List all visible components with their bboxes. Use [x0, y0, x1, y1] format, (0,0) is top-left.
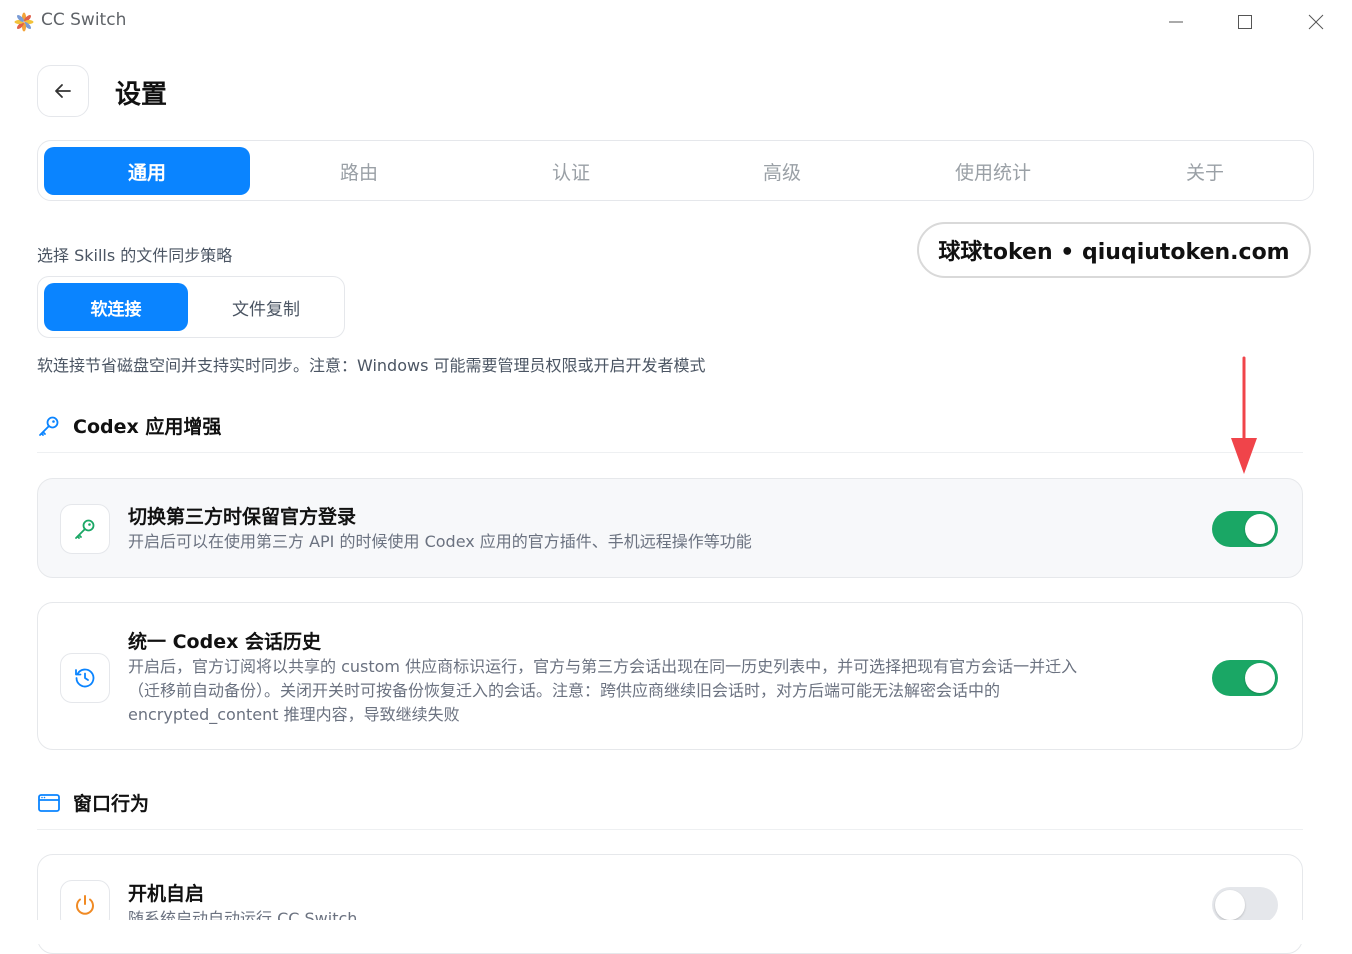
toggle-knob — [1245, 514, 1275, 544]
toggle-knob — [1215, 890, 1245, 920]
card-icon-box — [60, 653, 110, 703]
skills-sync-label: 选择 Skills 的文件同步策略 — [37, 246, 233, 265]
codex-section-header: Codex 应用增强 — [37, 412, 221, 439]
setting-title: 统一 Codex 会话历史 — [128, 631, 321, 653]
page-title: 设置 — [115, 80, 168, 110]
option-file-copy[interactable]: 文件复制 — [193, 283, 339, 331]
setting-description-line: encrypted_content 推理内容，导致继续失败 — [128, 705, 460, 724]
tab-advanced[interactable]: 高级 — [679, 147, 885, 195]
unified-history-toggle[interactable] — [1212, 660, 1278, 696]
arrow-left-icon — [55, 84, 71, 98]
maximize-icon — [1238, 15, 1252, 29]
setting-description-line: （迁移前自动备份）。关闭开关时可按备份恢复迁入的会话。注意：跨供应商继续旧会话时… — [128, 681, 1001, 700]
window-title: CC Switch — [41, 10, 127, 30]
launch-at-startup-toggle[interactable] — [1212, 887, 1278, 923]
window-bottom-edge — [0, 920, 1352, 944]
settings-tabs: 通用 路由 认证 高级 使用统计 关于 — [37, 140, 1314, 201]
section-divider — [37, 829, 1303, 830]
skills-sync-selector: 软连接 文件复制 — [37, 276, 345, 338]
history-icon — [75, 668, 95, 688]
tab-usage-stats[interactable]: 使用统计 — [890, 147, 1096, 195]
window-section-header: 窗口行为 — [37, 789, 149, 816]
toggle-knob — [1245, 663, 1275, 693]
tab-routing[interactable]: 路由 — [256, 147, 462, 195]
tab-general[interactable]: 通用 — [44, 147, 250, 195]
maximize-button[interactable] — [1222, 6, 1268, 38]
key-icon — [39, 416, 59, 436]
close-icon — [1308, 14, 1324, 30]
annotation-arrow-icon — [1231, 356, 1257, 474]
minimize-button[interactable] — [1153, 6, 1199, 38]
close-button[interactable] — [1293, 6, 1339, 38]
setting-title: 开机自启 — [128, 883, 205, 905]
option-symlink[interactable]: 软连接 — [44, 283, 188, 331]
back-button[interactable] — [37, 65, 89, 117]
setting-title: 切换第三方时保留官方登录 — [128, 506, 357, 528]
tab-about[interactable]: 关于 — [1102, 147, 1308, 195]
section-title: Codex 应用增强 — [73, 416, 222, 438]
setting-card-unified-history: 统一 Codex 会话历史 开启后，官方订阅将以共享的 custom 供应商标识… — [37, 602, 1303, 750]
setting-description-line: 开启后，官方订阅将以共享的 custom 供应商标识运行，官方与第三方会话出现在… — [128, 657, 1078, 676]
section-divider — [37, 452, 1303, 453]
title-bar: CC Switch — [0, 0, 1352, 42]
section-title: 窗口行为 — [73, 793, 150, 815]
minimize-icon — [1169, 21, 1183, 23]
skills-sync-note: 软连接节省磁盘空间并支持实时同步。注意：Windows 可能需要管理员权限或开启… — [37, 356, 706, 375]
setting-description: 开启后可以在使用第三方 API 的时候使用 Codex 应用的官方插件、手机远程… — [128, 532, 752, 551]
keep-official-login-toggle[interactable] — [1212, 511, 1278, 547]
key-icon — [75, 519, 95, 539]
watermark-badge: 球球token • qiuqiutoken.com — [917, 222, 1311, 278]
window-icon — [38, 793, 60, 812]
power-icon — [76, 895, 94, 915]
setting-card-keep-official-login: 切换第三方时保留官方登录 开启后可以在使用第三方 API 的时候使用 Codex… — [37, 478, 1303, 578]
app-logo-icon — [14, 12, 34, 32]
tab-auth[interactable]: 认证 — [468, 147, 674, 195]
card-icon-box — [60, 504, 110, 554]
